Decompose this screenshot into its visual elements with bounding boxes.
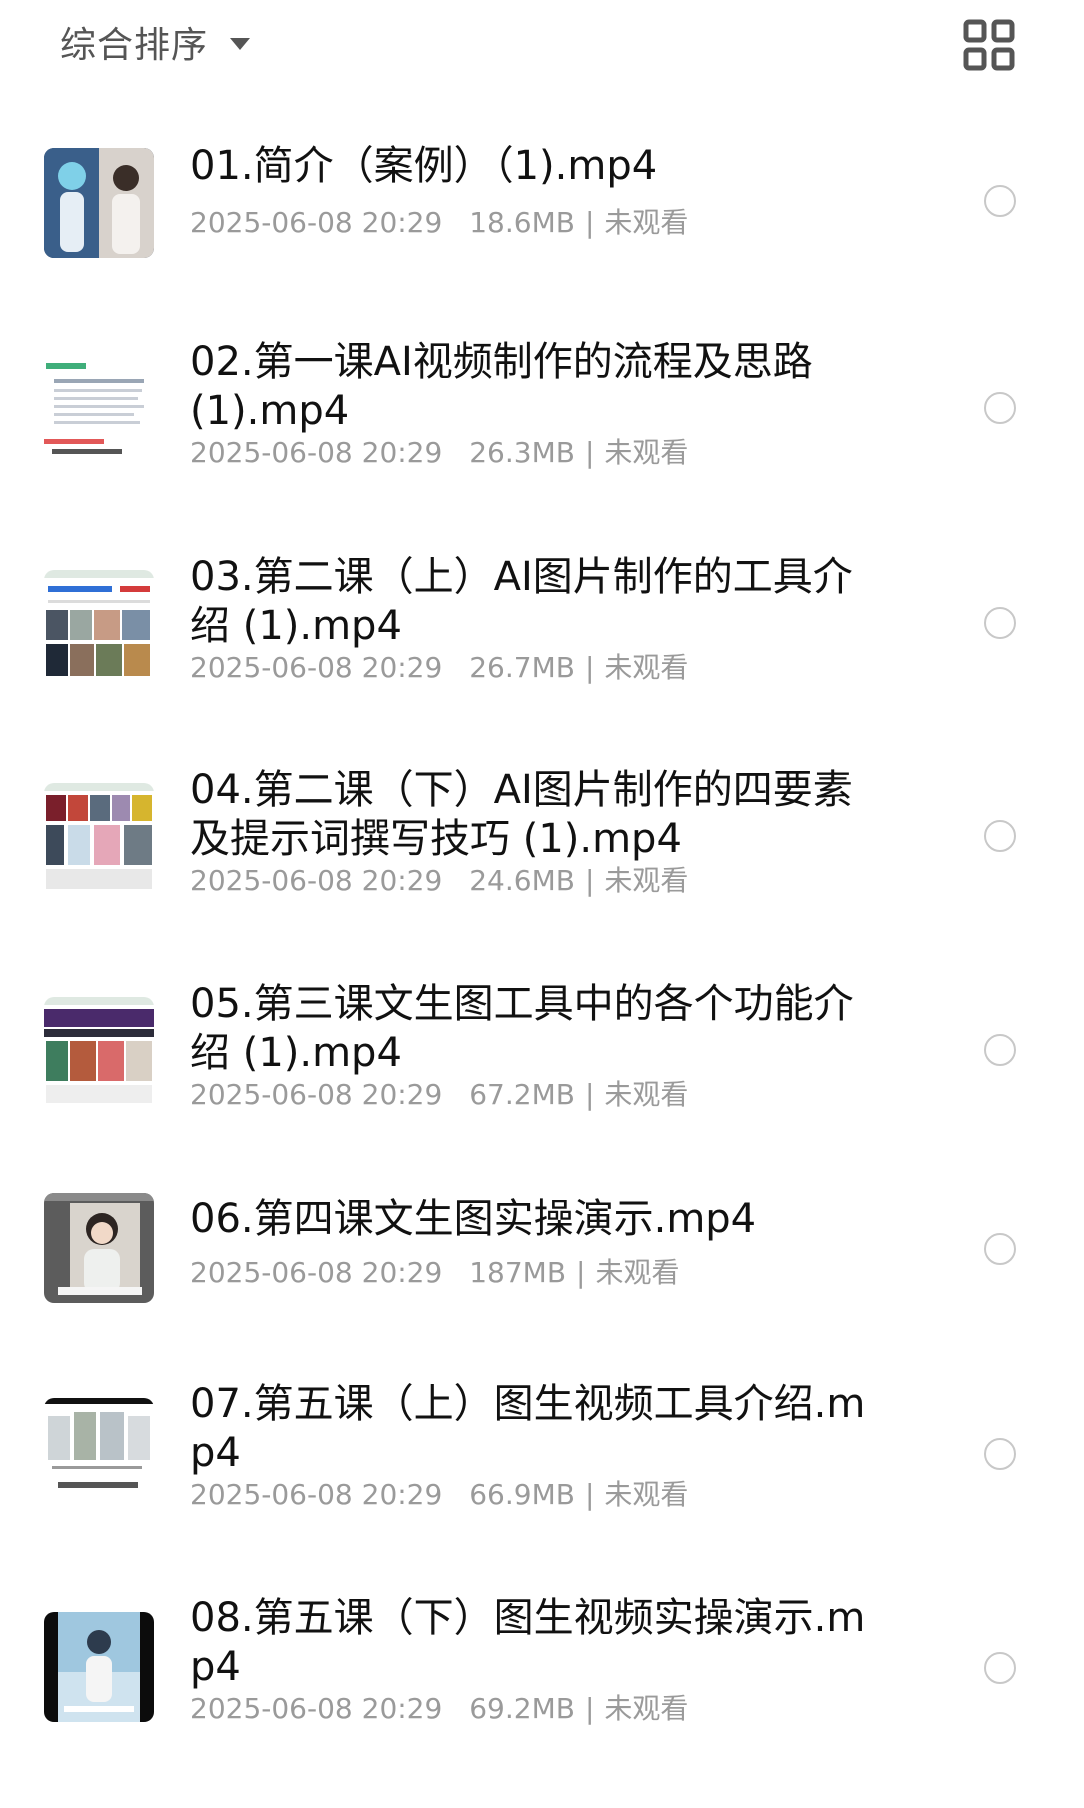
file-item[interactable]: 07.第五课（上）图生视频工具介绍.mp4 2025-06-08 20:29 6… — [0, 1368, 1084, 1568]
watch-status: 未观看 — [604, 1078, 689, 1111]
video-thumbnail — [44, 1398, 154, 1508]
caret-down-icon — [230, 38, 251, 50]
file-item[interactable]: 06.第四课文生图实操演示.mp4 2025-06-08 20:29 187MB… — [0, 1163, 1084, 1363]
file-item[interactable]: 03.第二课（上）AI图片制作的工具介绍 (1).mp4 2025-06-08 … — [0, 525, 1084, 725]
file-meta: 2025-06-08 20:29 69.2MB | 未观看 — [190, 1692, 688, 1726]
file-date: 2025-06-08 20:29 — [190, 1078, 443, 1111]
video-thumbnail — [44, 570, 154, 680]
file-size: 26.3MB — [469, 436, 575, 469]
divider: | — [584, 651, 595, 684]
watch-status: 未观看 — [604, 1478, 689, 1511]
file-date: 2025-06-08 20:29 — [190, 864, 443, 897]
file-size: 69.2MB — [469, 1692, 575, 1725]
file-meta: 2025-06-08 20:29 24.6MB | 未观看 — [190, 864, 688, 898]
video-thumbnail — [44, 783, 154, 893]
video-thumbnail — [44, 148, 154, 258]
select-radio[interactable] — [984, 1034, 1016, 1066]
file-size: 67.2MB — [469, 1078, 575, 1111]
grid-view-icon[interactable] — [960, 16, 1018, 74]
file-title: 07.第五课（上）图生视频工具介绍.mp4 — [190, 1381, 866, 1476]
file-title: 08.第五课（下）图生视频实操演示.mp4 — [190, 1595, 866, 1690]
sort-dropdown[interactable]: 综合排序 — [60, 14, 251, 70]
watch-status: 未观看 — [595, 1256, 680, 1289]
select-radio[interactable] — [984, 607, 1016, 639]
file-meta: 2025-06-08 20:29 26.7MB | 未观看 — [190, 651, 688, 685]
file-item[interactable]: 01.简介（案例）（1).mp4 2025-06-08 20:29 18.6MB… — [0, 100, 1084, 300]
select-radio[interactable] — [984, 185, 1016, 217]
divider: | — [584, 436, 595, 469]
divider: | — [584, 206, 595, 239]
file-title: 01.简介（案例）（1).mp4 — [190, 143, 658, 189]
file-size: 26.7MB — [469, 651, 575, 684]
watch-status: 未观看 — [604, 864, 689, 897]
file-date: 2025-06-08 20:29 — [190, 651, 443, 684]
file-item[interactable]: 04.第二课（下）AI图片制作的四要素及提示词撰写技巧 (1).mp4 2025… — [0, 738, 1084, 938]
file-size: 187MB — [469, 1256, 567, 1289]
file-date: 2025-06-08 20:29 — [190, 436, 443, 469]
file-meta: 2025-06-08 20:29 66.9MB | 未观看 — [190, 1478, 688, 1512]
file-date: 2025-06-08 20:29 — [190, 1478, 443, 1511]
divider: | — [584, 1692, 595, 1725]
divider: | — [584, 1478, 595, 1511]
watch-status: 未观看 — [604, 206, 689, 239]
select-radio[interactable] — [984, 820, 1016, 852]
video-thumbnail — [44, 997, 154, 1107]
sort-label: 综合排序 — [60, 25, 209, 66]
file-date: 2025-06-08 20:29 — [190, 1256, 443, 1289]
file-title: 05.第三课文生图工具中的各个功能介绍 (1).mp4 — [190, 981, 854, 1076]
file-meta: 2025-06-08 20:29 187MB | 未观看 — [190, 1256, 680, 1290]
file-size: 18.6MB — [469, 206, 575, 239]
divider: | — [584, 1078, 595, 1111]
watch-status: 未观看 — [604, 651, 689, 684]
video-thumbnail — [44, 355, 154, 465]
file-date: 2025-06-08 20:29 — [190, 1692, 443, 1725]
file-title: 02.第一课AI视频制作的流程及思路 (1).mp4 — [190, 339, 813, 434]
top-bar: 综合排序 — [0, 0, 1084, 100]
file-meta: 2025-06-08 20:29 67.2MB | 未观看 — [190, 1078, 688, 1112]
file-title: 06.第四课文生图实操演示.mp4 — [190, 1196, 757, 1242]
file-item[interactable]: 05.第三课文生图工具中的各个功能介绍 (1).mp4 2025-06-08 2… — [0, 952, 1084, 1152]
watch-status: 未观看 — [604, 436, 689, 469]
select-radio[interactable] — [984, 1233, 1016, 1265]
file-size: 24.6MB — [469, 864, 575, 897]
select-radio[interactable] — [984, 1652, 1016, 1684]
video-thumbnail — [44, 1193, 154, 1303]
file-item[interactable]: 02.第一课AI视频制作的流程及思路 (1).mp4 2025-06-08 20… — [0, 310, 1084, 510]
select-radio[interactable] — [984, 392, 1016, 424]
divider: | — [584, 864, 595, 897]
divider: | — [576, 1256, 586, 1289]
file-size: 66.9MB — [469, 1478, 575, 1511]
watch-status: 未观看 — [604, 1692, 689, 1725]
select-radio[interactable] — [984, 1438, 1016, 1470]
file-item[interactable]: 08.第五课（下）图生视频实操演示.mp4 2025-06-08 20:29 6… — [0, 1582, 1084, 1782]
video-thumbnail — [44, 1612, 154, 1722]
file-title: 03.第二课（上）AI图片制作的工具介绍 (1).mp4 — [190, 554, 853, 649]
file-meta: 2025-06-08 20:29 26.3MB | 未观看 — [190, 436, 688, 470]
file-date: 2025-06-08 20:29 — [190, 206, 443, 239]
file-title: 04.第二课（下）AI图片制作的四要素及提示词撰写技巧 (1).mp4 — [190, 767, 853, 862]
file-meta: 2025-06-08 20:29 18.6MB | 未观看 — [190, 206, 688, 240]
